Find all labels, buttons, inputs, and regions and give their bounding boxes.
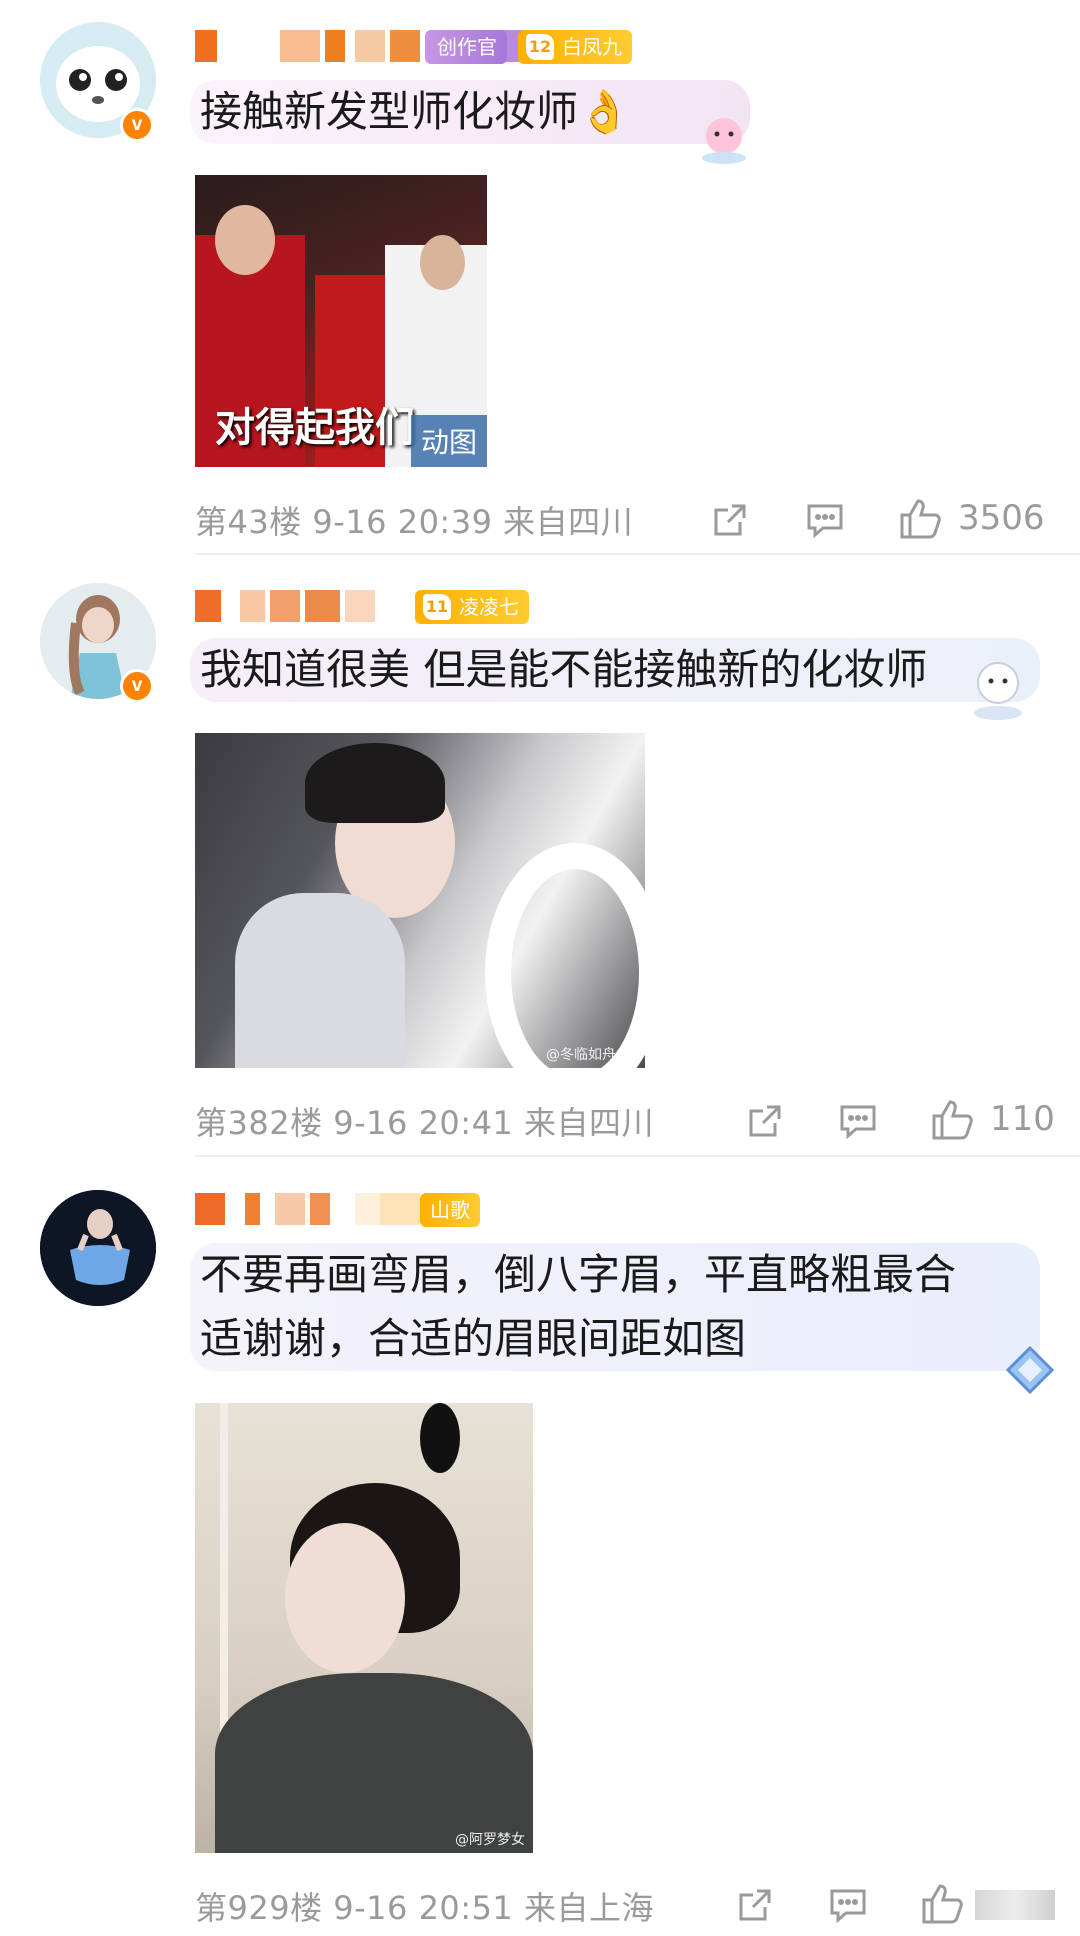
- floor-number: 第382楼: [195, 1104, 323, 1142]
- level-number: 12: [526, 34, 554, 60]
- share-icon[interactable]: [735, 1885, 775, 1925]
- like-count: 3506: [958, 498, 1045, 538]
- avatar[interactable]: [40, 1190, 156, 1306]
- tag-prefix: 创作官: [437, 35, 497, 59]
- tag-name: 凌凌七: [459, 595, 519, 619]
- comment-date: 9-16 20:51: [333, 1889, 514, 1927]
- comment-text-bubble: 我知道很美 但是能不能接触新的化妆师: [190, 638, 1040, 702]
- comment-1: v 创作官 12 白凤九 接触新发型师化妆师👌 对得起我们 动图 第43楼 9-…: [0, 0, 1080, 555]
- fan-tag[interactable]: 创作官: [425, 30, 507, 64]
- comment-icon[interactable]: [828, 1885, 868, 1925]
- image-watermark: @冬临如舟曲_: [546, 1047, 637, 1063]
- comment-meta: 第929楼 9-16 20:51 来自上海: [195, 1883, 654, 1929]
- comment-location: 来自四川: [503, 503, 634, 541]
- comment-2: v 11 凌凌七 我知道很美 但是能不能接触新的化妆师 @冬临如舟曲_ 第382…: [0, 555, 1080, 1157]
- comment-location: 来自上海: [523, 1889, 654, 1927]
- comment-icon[interactable]: [805, 500, 845, 540]
- level-number: 11: [423, 594, 451, 620]
- image-watermark: @阿罗梦女: [455, 1832, 525, 1848]
- floor-number: 第43楼: [195, 503, 302, 541]
- verified-icon: v: [120, 108, 154, 142]
- comment-date: 9-16 20:41: [333, 1104, 514, 1142]
- comment-location: 来自四川: [523, 1104, 654, 1142]
- comment-icon[interactable]: [838, 1101, 878, 1141]
- like-count: 110: [990, 1099, 1055, 1139]
- share-icon[interactable]: [710, 500, 750, 540]
- share-icon[interactable]: [745, 1101, 785, 1141]
- fan-tag[interactable]: 山歌: [420, 1193, 480, 1227]
- verified-icon: v: [120, 669, 154, 703]
- sticker-icon: [702, 118, 746, 164]
- floor-number: 第929楼: [195, 1889, 323, 1927]
- level-tag[interactable]: 12 白凤九: [518, 30, 632, 64]
- like-count-blurred: [975, 1890, 1055, 1920]
- tag-name: 山歌: [430, 1198, 470, 1222]
- diamond-sticker-icon: [1005, 1345, 1055, 1395]
- comment-meta: 第382楼 9-16 20:41 来自四川: [195, 1098, 654, 1144]
- comment-date: 9-16 20:39: [312, 503, 493, 541]
- comment-meta: 第43楼 9-16 20:39 来自四川: [195, 497, 633, 543]
- like-icon[interactable]: [930, 1098, 974, 1142]
- comment-text-bubble: 不要再画弯眉，倒八字眉，平直略粗最合 适谢谢，合适的眉眼间距如图: [190, 1243, 1040, 1371]
- comment-text: 我知道很美 但是能不能接触新的化妆师: [200, 645, 928, 694]
- like-icon[interactable]: [898, 497, 942, 541]
- comment-text-bubble: 接触新发型师化妆师👌: [190, 80, 750, 144]
- username-blurred[interactable]: [195, 590, 395, 624]
- level-tag[interactable]: 11 凌凌七: [415, 590, 529, 624]
- image-caption: 对得起我们: [215, 405, 415, 451]
- tag-name: 白凤九: [562, 35, 622, 59]
- comment-text-line-2: 适谢谢，合适的眉眼间距如图: [200, 1314, 747, 1363]
- sticker-icon: [974, 662, 1022, 720]
- comment-text-line-1: 不要再画弯眉，倒八字眉，平直略粗最合: [200, 1250, 957, 1299]
- like-icon[interactable]: [920, 1882, 964, 1926]
- comment-image[interactable]: 对得起我们 动图: [195, 175, 487, 467]
- comment-image[interactable]: @冬临如舟曲_: [195, 733, 645, 1068]
- comment-3: 山歌 不要再画弯眉，倒八字眉，平直略粗最合 适谢谢，合适的眉眼间距如图 @阿罗梦…: [0, 1155, 1080, 1936]
- comment-text: 接触新发型师化妆师👌: [200, 87, 631, 136]
- gif-badge: 动图: [410, 415, 487, 467]
- comment-image[interactable]: @阿罗梦女: [195, 1403, 533, 1853]
